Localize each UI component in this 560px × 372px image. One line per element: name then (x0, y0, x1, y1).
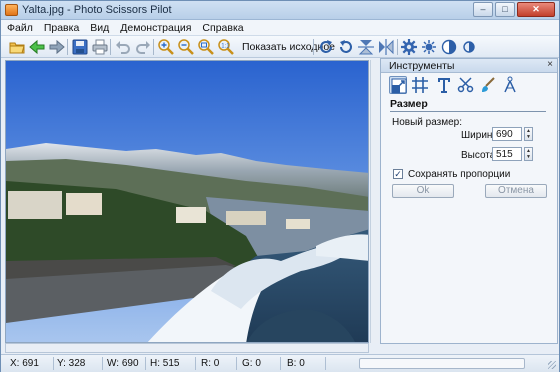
maximize-button[interactable]: □ (495, 2, 515, 17)
minimize-button[interactable]: – (473, 2, 493, 17)
section-divider (390, 111, 546, 112)
keep-proportions-checkbox[interactable]: ✓ (393, 169, 403, 179)
vertical-scrollbar[interactable] (370, 60, 379, 343)
progress-bar (359, 358, 525, 369)
zoom-out-icon[interactable] (178, 39, 194, 55)
status-separator (145, 357, 146, 370)
menu-bar: Файл Правка Вид Демонстрация Справка (1, 20, 559, 36)
save-icon[interactable] (72, 39, 88, 55)
yalta-photo (6, 61, 368, 342)
cancel-button[interactable]: Отмена (485, 184, 547, 198)
text-tool-icon[interactable] (435, 76, 453, 94)
status-separator (325, 357, 326, 370)
undo-icon[interactable] (115, 39, 131, 55)
scissors-tool-icon[interactable] (457, 76, 475, 94)
svg-text:1:1: 1:1 (221, 44, 230, 50)
zoom-fit-icon[interactable] (198, 39, 214, 55)
brightness-icon[interactable] (421, 39, 437, 55)
tools-panel-title: Инструменты (389, 60, 455, 72)
toolbar-separator (313, 39, 314, 55)
toolbar: 1:1 Показать исходное (1, 36, 559, 58)
menu-edit[interactable]: Правка (38, 20, 84, 35)
close-button[interactable]: ✕ (517, 2, 555, 17)
resize-tool-icon[interactable] (389, 76, 407, 94)
status-y: Y: 328 (57, 358, 86, 369)
status-separator (102, 357, 103, 370)
status-separator (280, 357, 281, 370)
width-stepper[interactable]: ▲ ▼ (524, 127, 533, 141)
status-separator (53, 357, 54, 370)
status-separator (236, 357, 237, 370)
rotate-right-icon[interactable] (318, 39, 334, 55)
panel-close-icon[interactable]: × (547, 59, 553, 70)
tools-panel: Инструменты × Размер Новый размер: Ширин… (380, 58, 558, 344)
rotate-left-icon[interactable] (338, 39, 354, 55)
zoom-in-icon[interactable] (158, 39, 174, 55)
brush-tool-icon[interactable] (479, 76, 497, 94)
flip-vertical-icon[interactable] (358, 39, 374, 55)
height-stepper[interactable]: ▲ ▼ (524, 147, 533, 161)
new-size-label: Новый размер: (392, 117, 463, 128)
menu-file[interactable]: Файл (1, 20, 38, 35)
compass-tool-icon[interactable] (501, 76, 519, 94)
status-height: H: 515 (150, 358, 180, 369)
horizontal-scrollbar[interactable] (5, 343, 369, 353)
flip-horizontal-icon[interactable] (378, 39, 394, 55)
width-input[interactable]: 690 (492, 127, 522, 141)
window-controls: – □ ✕ (473, 2, 555, 17)
redo-icon[interactable] (135, 39, 151, 55)
status-width: W: 690 (107, 358, 139, 369)
status-x: X: 691 (10, 358, 39, 369)
window-title: Yalta.jpg - Photo Scissors Pilot (22, 4, 172, 16)
status-bar: X: 691 Y: 328 W: 690 H: 515 R: 0 G: 0 B:… (1, 354, 559, 372)
settings-icon[interactable] (401, 39, 417, 55)
saturation-icon[interactable] (461, 39, 477, 55)
print-icon[interactable] (92, 39, 108, 55)
ok-button[interactable]: Ok (392, 184, 454, 198)
resize-grip-icon[interactable] (548, 361, 556, 369)
keep-proportions-label: Сохранять пропорции (408, 169, 511, 180)
toolbar-separator (67, 39, 68, 55)
contrast-icon[interactable] (441, 39, 457, 55)
menu-demo[interactable]: Демонстрация (114, 20, 196, 35)
status-red: R: 0 (201, 358, 220, 369)
app-window: Yalta.jpg - Photo Scissors Pilot – □ ✕ Ф… (0, 0, 560, 372)
toolbar-separator (110, 39, 111, 55)
status-separator (195, 357, 196, 370)
menu-help[interactable]: Справка (196, 20, 248, 35)
open-folder-icon[interactable] (9, 39, 25, 55)
status-green: G: 0 (242, 358, 261, 369)
forward-arrow-icon[interactable] (49, 39, 65, 55)
size-section-title: Размер (390, 98, 428, 110)
toolbar-separator (397, 39, 398, 55)
crop-grid-tool-icon[interactable] (411, 76, 429, 94)
status-blue: B: 0 (287, 358, 305, 369)
menu-view[interactable]: Вид (84, 20, 114, 35)
title-bar[interactable]: Yalta.jpg - Photo Scissors Pilot – □ ✕ (1, 1, 559, 20)
back-arrow-icon[interactable] (29, 39, 45, 55)
toolbar-separator (153, 39, 154, 55)
tools-panel-header: Инструменты × (381, 59, 557, 73)
zoom-actual-icon[interactable]: 1:1 (218, 39, 234, 55)
app-logo-icon (5, 4, 18, 16)
photo-canvas[interactable] (5, 60, 369, 343)
height-input[interactable]: 515 (492, 147, 522, 161)
